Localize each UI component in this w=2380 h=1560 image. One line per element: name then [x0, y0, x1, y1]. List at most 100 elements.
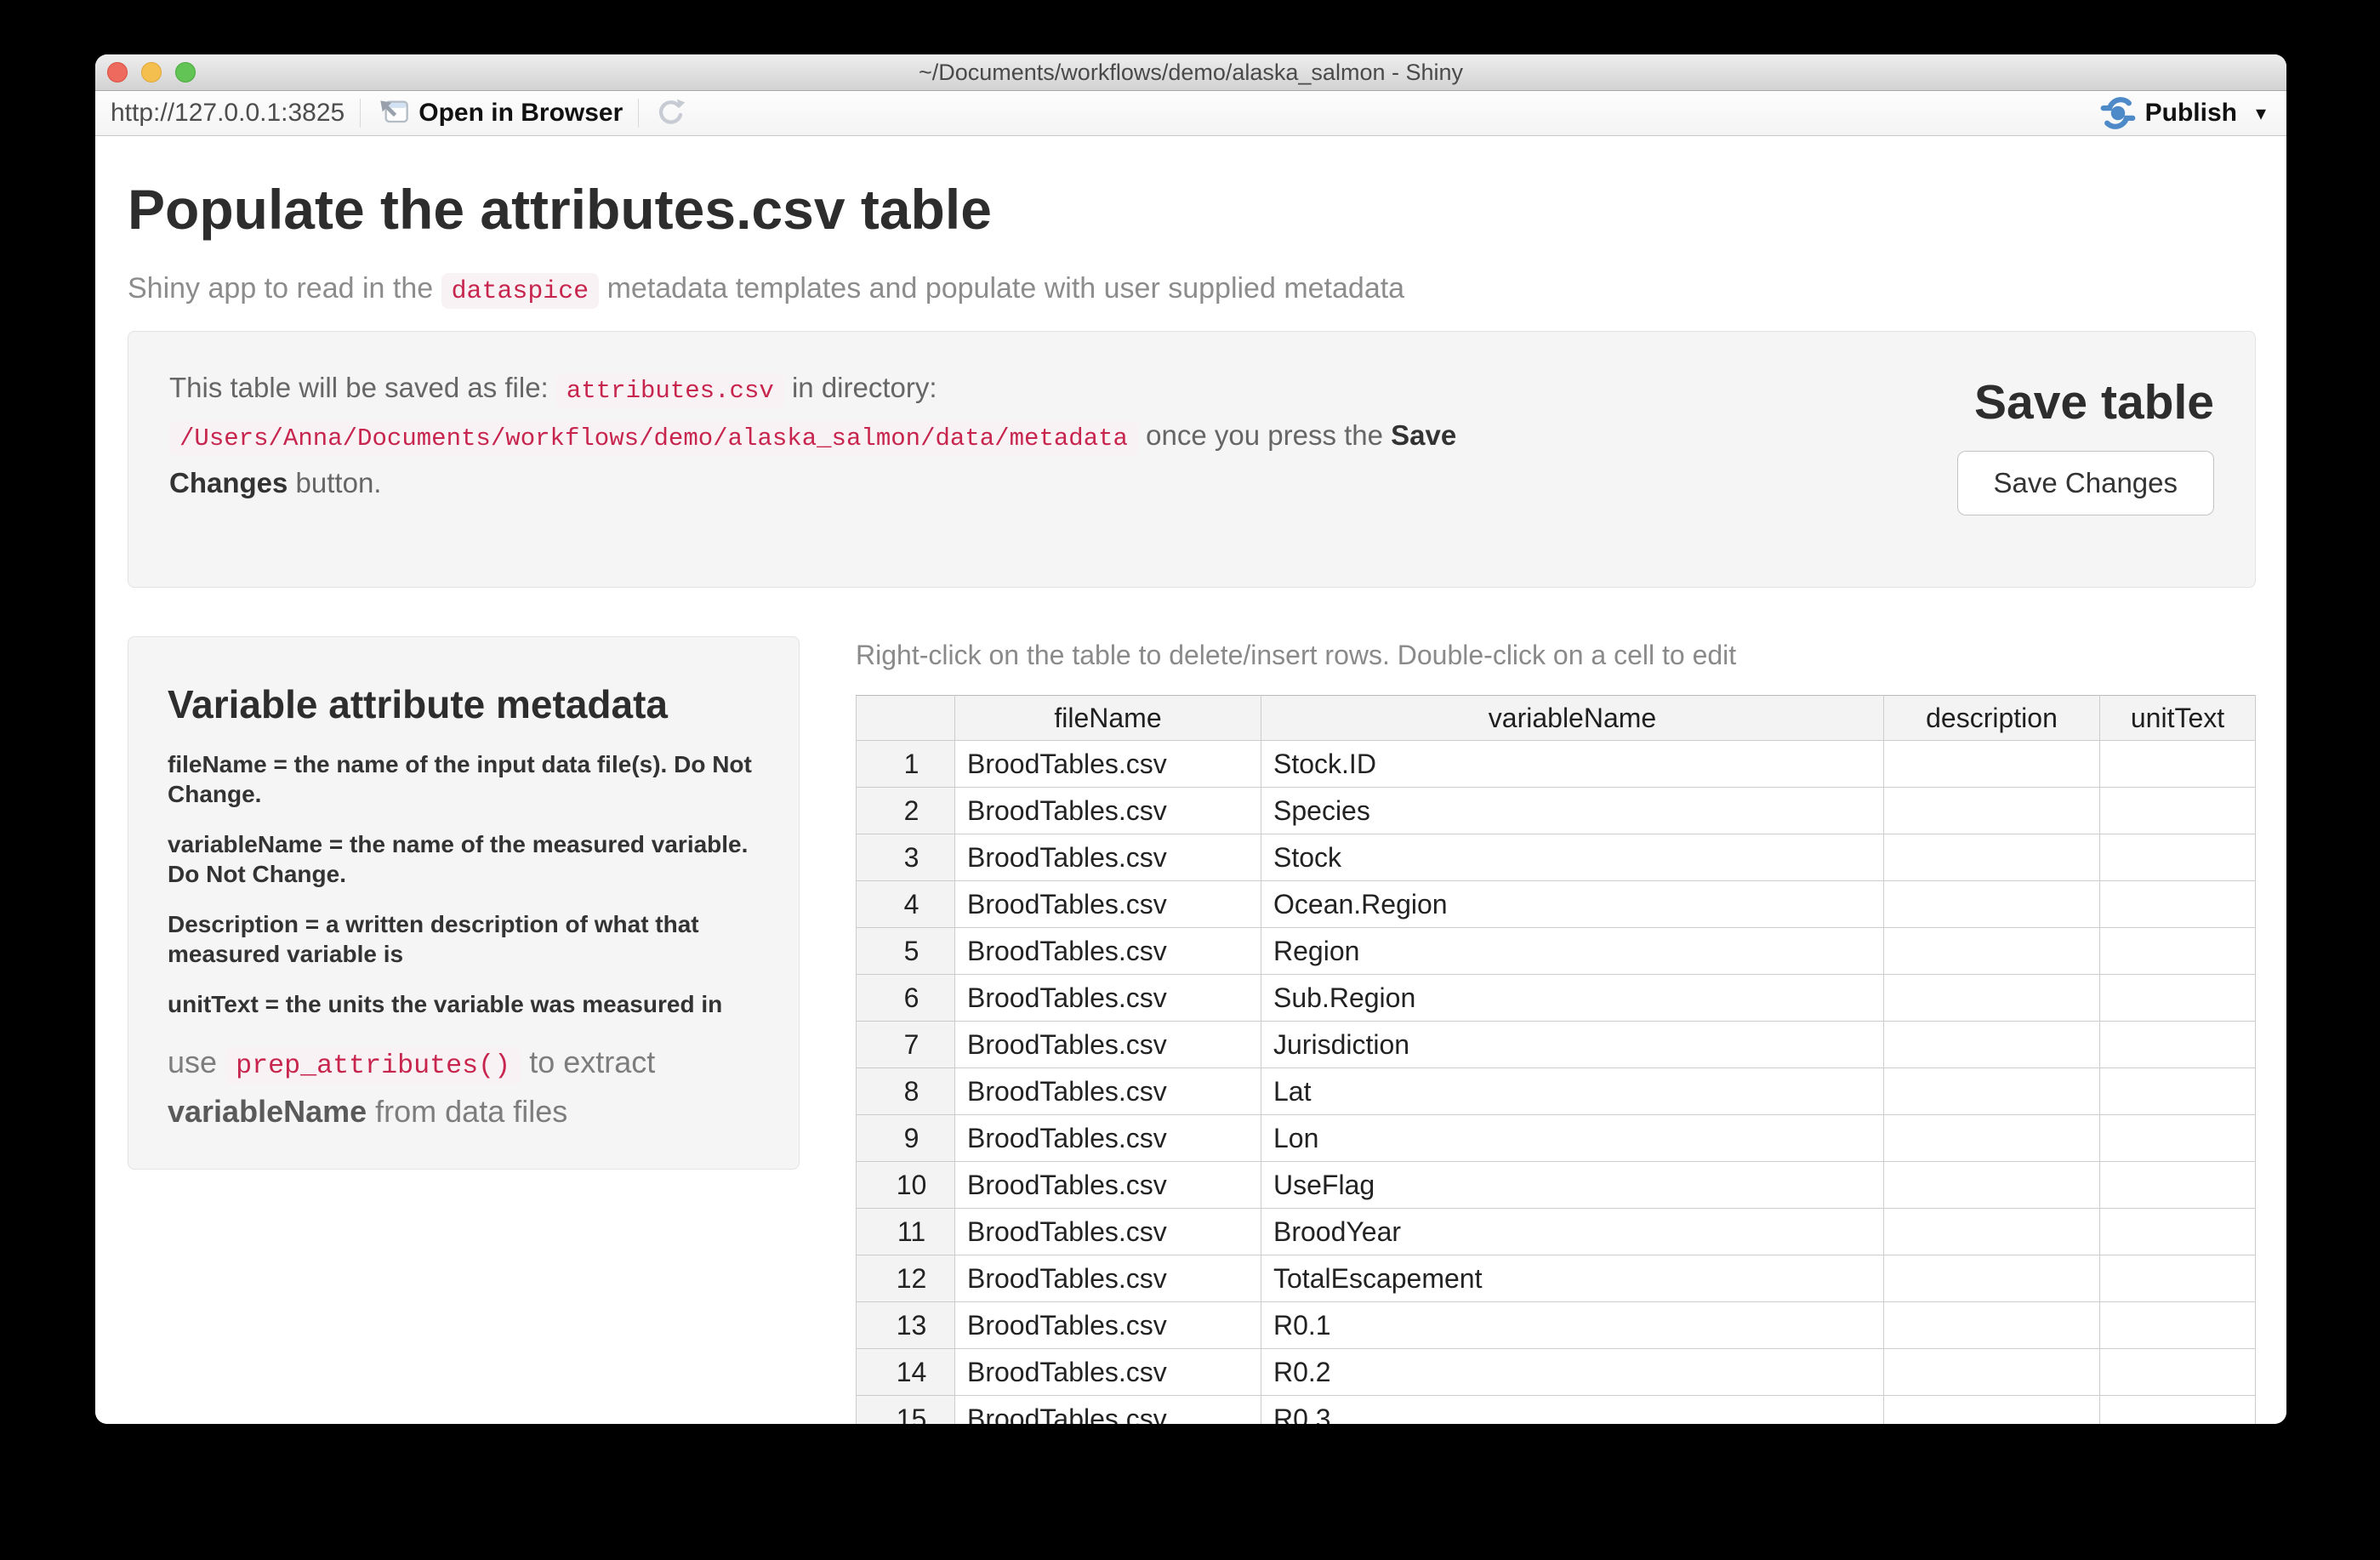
cell-unitText[interactable] — [2100, 881, 2256, 928]
definition-fileName: fileName = the name of the input data fi… — [168, 749, 760, 809]
cell-unitText[interactable] — [2100, 834, 2256, 881]
table-row: 7 BroodTables.csv Jurisdiction — [857, 1022, 2256, 1068]
table-row: 6 BroodTables.csv Sub.Region — [857, 975, 2256, 1022]
main-columns: Variable attribute metadata fileName = t… — [128, 636, 2256, 1424]
cell-fileName[interactable]: BroodTables.csv — [955, 881, 1261, 928]
zoom-button[interactable] — [175, 62, 196, 83]
cell-description[interactable] — [1884, 928, 2100, 975]
cell-unitText[interactable] — [2100, 1068, 2256, 1115]
table-section: Right-click on the table to delete/inser… — [856, 636, 2256, 1424]
cell-fileName[interactable]: BroodTables.csv — [955, 1396, 1261, 1425]
cell-description[interactable] — [1884, 1302, 2100, 1349]
cell-description[interactable] — [1884, 1396, 2100, 1425]
close-button[interactable] — [107, 62, 128, 83]
filename-inline-code: attributes.csv — [556, 373, 784, 408]
cell-unitText[interactable] — [2100, 1115, 2256, 1162]
row-number: 11 — [857, 1209, 955, 1255]
window-titlebar[interactable]: ~/Documents/workflows/demo/alaska_salmon… — [95, 54, 2286, 91]
viewer-toolbar: http://127.0.0.1:3825 Open in Browser — [95, 91, 2286, 136]
save-info-text: This table will be saved as file: attrib… — [169, 366, 1547, 553]
table-row: 10 BroodTables.csv UseFlag — [857, 1162, 2256, 1209]
publish-button[interactable]: Publish ▾ — [2099, 94, 2266, 132]
cell-fileName[interactable]: BroodTables.csv — [955, 1162, 1261, 1209]
cell-description[interactable] — [1884, 1209, 2100, 1255]
column-header-unitText: unitText — [2100, 696, 2256, 741]
cell-unitText[interactable] — [2100, 1349, 2256, 1396]
cell-unitText[interactable] — [2100, 975, 2256, 1022]
cell-unitText[interactable] — [2100, 741, 2256, 788]
cell-description[interactable] — [1884, 1162, 2100, 1209]
cell-fileName[interactable]: BroodTables.csv — [955, 741, 1261, 788]
cell-unitText[interactable] — [2100, 1162, 2256, 1209]
refresh-button[interactable] — [654, 96, 688, 130]
cell-variableName[interactable]: Jurisdiction — [1261, 1022, 1884, 1068]
cell-fileName[interactable]: BroodTables.csv — [955, 975, 1261, 1022]
cell-description[interactable] — [1884, 834, 2100, 881]
cell-fileName[interactable]: BroodTables.csv — [955, 834, 1261, 881]
cell-unitText[interactable] — [2100, 788, 2256, 834]
cell-unitText[interactable] — [2100, 928, 2256, 975]
cell-variableName[interactable]: Stock — [1261, 834, 1884, 881]
minimize-button[interactable] — [141, 62, 162, 83]
cell-fileName[interactable]: BroodTables.csv — [955, 1302, 1261, 1349]
cell-description[interactable] — [1884, 1068, 2100, 1115]
cell-description[interactable] — [1884, 1115, 2100, 1162]
attributes-table: fileName variableName description unitTe… — [856, 695, 2256, 1424]
cell-variableName[interactable]: R0.3 — [1261, 1396, 1884, 1425]
open-in-browser-button[interactable]: Open in Browser — [376, 96, 623, 130]
cell-fileName[interactable]: BroodTables.csv — [955, 1349, 1261, 1396]
cell-variableName[interactable]: Lon — [1261, 1115, 1884, 1162]
table-row: 15 BroodTables.csv R0.3 — [857, 1396, 2256, 1425]
caret-down-icon: ▾ — [2256, 101, 2266, 126]
cell-variableName[interactable]: Region — [1261, 928, 1884, 975]
cell-variableName[interactable]: R0.1 — [1261, 1302, 1884, 1349]
cell-variableName[interactable]: Stock.ID — [1261, 741, 1884, 788]
usage-segment: to extract — [529, 1045, 655, 1079]
cell-unitText[interactable] — [2100, 1302, 2256, 1349]
cell-variableName[interactable]: Lat — [1261, 1068, 1884, 1115]
cell-unitText[interactable] — [2100, 1209, 2256, 1255]
cell-variableName[interactable]: Sub.Region — [1261, 975, 1884, 1022]
row-number: 14 — [857, 1349, 955, 1396]
cell-variableName[interactable]: R0.2 — [1261, 1349, 1884, 1396]
cell-unitText[interactable] — [2100, 1022, 2256, 1068]
cell-fileName[interactable]: BroodTables.csv — [955, 1209, 1261, 1255]
prep-attributes-inline-code: prep_attributes() — [225, 1047, 521, 1085]
publish-icon — [2099, 94, 2137, 132]
table-corner-header — [857, 696, 955, 741]
save-table-heading: Save table — [1957, 374, 2214, 430]
save-actions: Save table Save Changes — [1906, 366, 2214, 553]
cell-variableName[interactable]: Ocean.Region — [1261, 881, 1884, 928]
definition-description: Description = a written description of w… — [168, 909, 760, 969]
definition-unitText: unitText = the units the variable was me… — [168, 989, 760, 1019]
cell-description[interactable] — [1884, 741, 2100, 788]
cell-description[interactable] — [1884, 1349, 2100, 1396]
row-number: 6 — [857, 975, 955, 1022]
cell-variableName[interactable]: UseFlag — [1261, 1162, 1884, 1209]
cell-fileName[interactable]: BroodTables.csv — [955, 1255, 1261, 1302]
cell-description[interactable] — [1884, 1255, 2100, 1302]
cell-unitText[interactable] — [2100, 1255, 2256, 1302]
publish-label: Publish — [2145, 99, 2237, 128]
table-row: 1 BroodTables.csv Stock.ID — [857, 741, 2256, 788]
cell-description[interactable] — [1884, 975, 2100, 1022]
cell-fileName[interactable]: BroodTables.csv — [955, 1068, 1261, 1115]
cell-fileName[interactable]: BroodTables.csv — [955, 928, 1261, 975]
cell-variableName[interactable]: TotalEscapement — [1261, 1255, 1884, 1302]
open-in-browser-label: Open in Browser — [418, 99, 623, 128]
page-subtitle: Shiny app to read in the dataspice metad… — [128, 270, 2256, 309]
cell-variableName[interactable]: BroodYear — [1261, 1209, 1884, 1255]
cell-description[interactable] — [1884, 1022, 2100, 1068]
subtitle-text: metadata templates and populate with use… — [607, 272, 1405, 305]
open-in-browser-icon — [376, 96, 410, 130]
cell-description[interactable] — [1884, 788, 2100, 834]
cell-fileName[interactable]: BroodTables.csv — [955, 1022, 1261, 1068]
cell-fileName[interactable]: BroodTables.csv — [955, 1115, 1261, 1162]
cell-description[interactable] — [1884, 881, 2100, 928]
save-changes-button[interactable]: Save Changes — [1957, 451, 2214, 515]
app-url: http://127.0.0.1:3825 — [111, 99, 344, 128]
row-number: 3 — [857, 834, 955, 881]
cell-unitText[interactable] — [2100, 1396, 2256, 1425]
cell-fileName[interactable]: BroodTables.csv — [955, 788, 1261, 834]
cell-variableName[interactable]: Species — [1261, 788, 1884, 834]
